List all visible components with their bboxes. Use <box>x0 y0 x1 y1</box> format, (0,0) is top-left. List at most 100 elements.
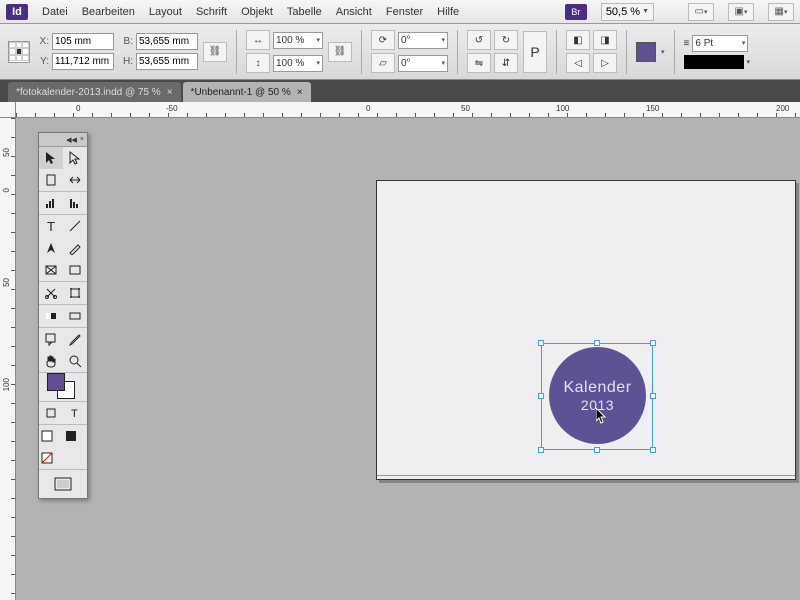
menu-bar: Id Datei Bearbeiten Layout Schrift Objek… <box>0 0 800 24</box>
select-prev-icon[interactable]: ◁ <box>566 53 590 73</box>
histogram-tool-icon[interactable] <box>39 192 63 214</box>
p-indicator-icon: P <box>523 31 547 73</box>
vertical-ruler[interactable]: 50050100 <box>0 118 16 600</box>
zoom-value: 50,5 % <box>606 6 640 18</box>
menu-layout[interactable]: Layout <box>149 6 182 18</box>
stroke-weight-input[interactable]: 6 Pt▾ <box>692 35 748 52</box>
hand-tool-icon[interactable] <box>39 350 63 372</box>
zoom-combo[interactable]: 50,5 % ▼ <box>601 3 654 21</box>
control-panel: X: Y: B: H: ⛓ ↔100 %▾ ↕100 %▾ ⛓ ⟳0°▾ ▱0°… <box>0 24 800 80</box>
histogram2-tool-icon[interactable] <box>63 192 87 214</box>
menu-datei[interactable]: Datei <box>42 6 68 18</box>
rect-tool-icon[interactable] <box>63 259 87 281</box>
y-label: Y: <box>35 56 49 67</box>
fill-swatch[interactable] <box>636 42 656 62</box>
scale-x-input[interactable]: 100 %▾ <box>273 32 323 49</box>
sel-handle-tl[interactable] <box>538 340 544 346</box>
bridge-icon[interactable]: Br <box>565 4 587 20</box>
flip-v-icon[interactable]: ⇵ <box>494 53 518 73</box>
menu-schrift[interactable]: Schrift <box>196 6 227 18</box>
w-label: B: <box>119 36 133 47</box>
tab-label: *fotokalender-2013.indd @ 75 % <box>16 87 161 98</box>
select-content-icon[interactable]: ◨ <box>593 30 617 50</box>
x-input[interactable] <box>52 33 114 50</box>
y-input[interactable] <box>52 53 114 70</box>
pen-tool-icon[interactable] <box>39 237 63 259</box>
link-scale-icon[interactable]: ⛓ <box>328 42 352 62</box>
h-label: H: <box>119 56 133 67</box>
view-mode-toggle-icon[interactable] <box>39 470 87 498</box>
sel-handle-br[interactable] <box>650 447 656 453</box>
width-input[interactable] <box>136 33 198 50</box>
eyedropper-tool-icon[interactable] <box>63 328 87 350</box>
rotate-ccw-icon[interactable]: ↺ <box>467 30 491 50</box>
menu-ansicht[interactable]: Ansicht <box>336 6 372 18</box>
pencil-tool-icon[interactable] <box>63 237 87 259</box>
menu-bearbeiten[interactable]: Bearbeiten <box>82 6 135 18</box>
page-tool-icon[interactable] <box>39 169 63 191</box>
rotate-cw-icon[interactable]: ↻ <box>494 30 518 50</box>
tools-panel[interactable]: ◀◀× T T <box>38 132 88 499</box>
sel-handle-mr[interactable] <box>650 393 656 399</box>
view-mode-icon[interactable]: ▭▾ <box>688 3 714 21</box>
gradient-swatch-tool-icon[interactable] <box>39 305 63 327</box>
menu-fenster[interactable]: Fenster <box>386 6 423 18</box>
shear-input[interactable]: 0°▾ <box>398 55 448 72</box>
fill-dd-icon[interactable]: ▾ <box>661 48 665 56</box>
apply-none-icon[interactable] <box>39 425 55 447</box>
sel-handle-ml[interactable] <box>538 393 544 399</box>
flip-h-icon[interactable]: ⇋ <box>467 53 491 73</box>
shear-icon: ▱ <box>371 53 395 73</box>
sel-handle-tm[interactable] <box>594 340 600 346</box>
canvas-area[interactable]: Kalender 2013 <box>16 118 800 600</box>
sel-handle-bl[interactable] <box>538 447 544 453</box>
close-icon[interactable]: × <box>80 136 84 143</box>
scale-y-icon: ↕ <box>246 53 270 73</box>
free-transform-tool-icon[interactable] <box>63 282 87 304</box>
select-container-icon[interactable]: ◧ <box>566 30 590 50</box>
stroke-style-preview[interactable] <box>684 55 744 69</box>
height-input[interactable] <box>136 53 198 70</box>
close-icon[interactable]: × <box>167 87 173 98</box>
chevron-down-icon: ▼ <box>642 8 649 15</box>
gap-tool-icon[interactable] <box>63 169 87 191</box>
arrange-icon[interactable]: ▦▾ <box>768 3 794 21</box>
sel-handle-tr[interactable] <box>650 340 656 346</box>
gradient-feather-tool-icon[interactable] <box>63 305 87 327</box>
rotate-icon: ⟳ <box>371 30 395 50</box>
menu-tabelle[interactable]: Tabelle <box>287 6 322 18</box>
selection-bounds[interactable] <box>541 343 653 450</box>
apply-gradient-icon[interactable] <box>39 447 55 469</box>
collapse-icon[interactable]: ◀◀ <box>66 136 77 144</box>
ruler-origin[interactable] <box>0 102 16 118</box>
menu-hilfe[interactable]: Hilfe <box>437 6 459 18</box>
fill-stroke-swatch[interactable] <box>39 373 87 401</box>
direct-selection-tool-icon[interactable] <box>63 147 87 169</box>
stroke-weight-icon: ≡ <box>684 38 690 49</box>
menu-objekt[interactable]: Objekt <box>241 6 273 18</box>
selection-tool-icon[interactable] <box>39 147 63 169</box>
reference-point-grid[interactable] <box>8 41 30 63</box>
tab-unbenannt[interactable]: *Unbenannt-1 @ 50 % × <box>183 82 311 102</box>
select-next-icon[interactable]: ▷ <box>593 53 617 73</box>
apply-color-icon[interactable] <box>63 425 79 447</box>
scissors-tool-icon[interactable] <box>39 282 63 304</box>
tools-panel-header[interactable]: ◀◀× <box>39 133 87 147</box>
apply-container-icon[interactable] <box>39 402 63 424</box>
svg-text:T: T <box>71 408 78 420</box>
tab-fotokalender[interactable]: *fotokalender-2013.indd @ 75 % × <box>8 82 181 102</box>
horizontal-ruler[interactable]: 0-50050100150200 <box>16 102 800 118</box>
note-tool-icon[interactable] <box>39 328 63 350</box>
rotate-input[interactable]: 0°▾ <box>398 32 448 49</box>
close-icon[interactable]: × <box>297 87 303 98</box>
sel-handle-bm[interactable] <box>594 447 600 453</box>
tab-label: *Unbenannt-1 @ 50 % <box>191 87 291 98</box>
apply-text-icon[interactable]: T <box>63 402 87 424</box>
type-tool-icon[interactable]: T <box>39 215 63 237</box>
zoom-tool-icon[interactable] <box>63 350 87 372</box>
rect-frame-tool-icon[interactable] <box>39 259 63 281</box>
link-wh-icon[interactable]: ⛓ <box>203 42 227 62</box>
line-tool-icon[interactable] <box>63 215 87 237</box>
scale-y-input[interactable]: 100 %▾ <box>273 55 323 72</box>
screen-mode-icon[interactable]: ▣▾ <box>728 3 754 21</box>
